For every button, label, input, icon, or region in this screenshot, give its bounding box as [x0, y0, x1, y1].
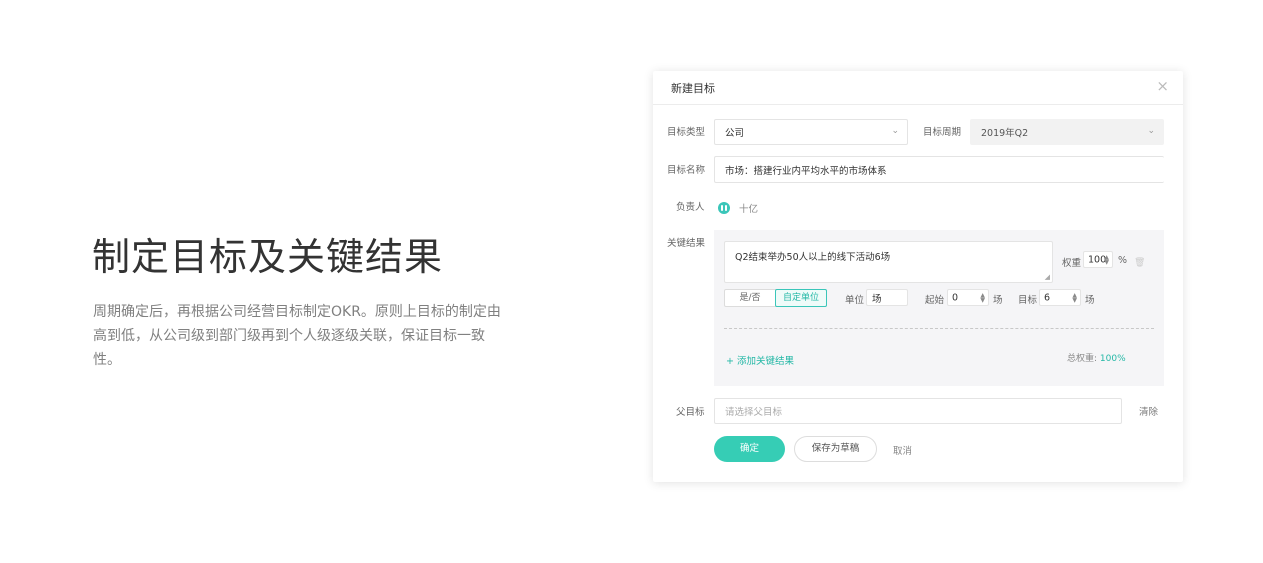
key-result-textarea[interactable]: Q2结束举办50人以上的线下活动6场 ◢ [724, 241, 1053, 283]
parent-objective-input[interactable]: 请选择父目标 [714, 398, 1122, 424]
objective-name-input[interactable]: 市场：搭建行业内平均水平的市场体系 [714, 156, 1164, 183]
key-results-panel: Q2结束举办50人以上的线下活动6场 ◢ 权重 100 ▲ ▼ % 🗑 是/否 自… [714, 230, 1164, 386]
avatar[interactable] [718, 202, 730, 214]
target-unit: 场 [1085, 295, 1095, 306]
cancel-button[interactable]: 取消 [893, 443, 912, 457]
spinner-icon[interactable]: ▲ ▼ [1072, 292, 1077, 303]
unit-type-toggle: 是/否 自定单位 [724, 289, 827, 307]
dialog-header: 新建目标 × [653, 71, 1183, 105]
target-stepper[interactable]: 6 ▲ ▼ [1039, 289, 1081, 306]
start-unit: 场 [993, 295, 1003, 306]
resize-handle-icon[interactable]: ◢ [1045, 273, 1050, 281]
start-label: 起始 [925, 295, 945, 306]
add-owner-text[interactable]: 十亿 [739, 201, 758, 215]
objective-name-label: 目标名称 [667, 165, 706, 176]
key-results-label: 关键结果 [667, 238, 706, 249]
close-icon[interactable]: × [1156, 77, 1169, 95]
divider [724, 328, 1154, 329]
dialog-title: 新建目标 [671, 82, 715, 95]
clear-button[interactable]: 清除 [1139, 404, 1158, 418]
hero-title: 制定目标及关键结果 [92, 235, 444, 279]
unit-label: 单位 [845, 295, 865, 306]
period-label: 目标周期 [923, 127, 962, 138]
add-key-result-button[interactable]: + 添加关键结果 [726, 353, 794, 367]
parent-label: 父目标 [676, 407, 705, 418]
save-draft-button[interactable]: 保存为草稿 [794, 436, 877, 462]
total-weight-value: 100% [1099, 354, 1126, 364]
new-objective-dialog: 新建目标 × 目标类型 公司 ⌄ 目标周期 2019年Q2 ⌄ 目标名称 市场：… [653, 71, 1183, 482]
target-type-select[interactable]: 公司 ⌄ [714, 119, 908, 145]
seg-yes-no[interactable]: 是/否 [725, 290, 775, 306]
spinner-icon[interactable]: ▲ ▼ [980, 292, 985, 303]
trash-icon[interactable]: 🗑 [1134, 258, 1145, 268]
weight-stepper[interactable]: 100 ▲ ▼ [1083, 251, 1113, 268]
owner-label: 负责人 [676, 202, 705, 213]
seg-custom-unit[interactable]: 自定单位 [775, 289, 827, 307]
hero-description: 周期确定后，再根据公司经营目标制定OKR。原则上目标的制定由高到低，从公司级到部… [93, 304, 501, 368]
period-select[interactable]: 2019年Q2 ⌄ [970, 119, 1164, 145]
start-stepper[interactable]: 0 ▲ ▼ [947, 289, 989, 306]
target-type-label: 目标类型 [667, 127, 706, 138]
unit-input[interactable]: 场 [866, 289, 908, 306]
weight-percent: % [1118, 255, 1128, 266]
confirm-button[interactable]: 确定 [714, 436, 785, 462]
weight-label: 权重 [1062, 258, 1082, 269]
spinner-icon[interactable]: ▲ ▼ [1104, 254, 1109, 265]
target-label: 目标 [1018, 295, 1038, 306]
total-weight: 总权重: 100% [1067, 354, 1126, 364]
chevron-down-icon: ⌄ [891, 126, 899, 136]
chevron-down-icon: ⌄ [1147, 126, 1155, 136]
